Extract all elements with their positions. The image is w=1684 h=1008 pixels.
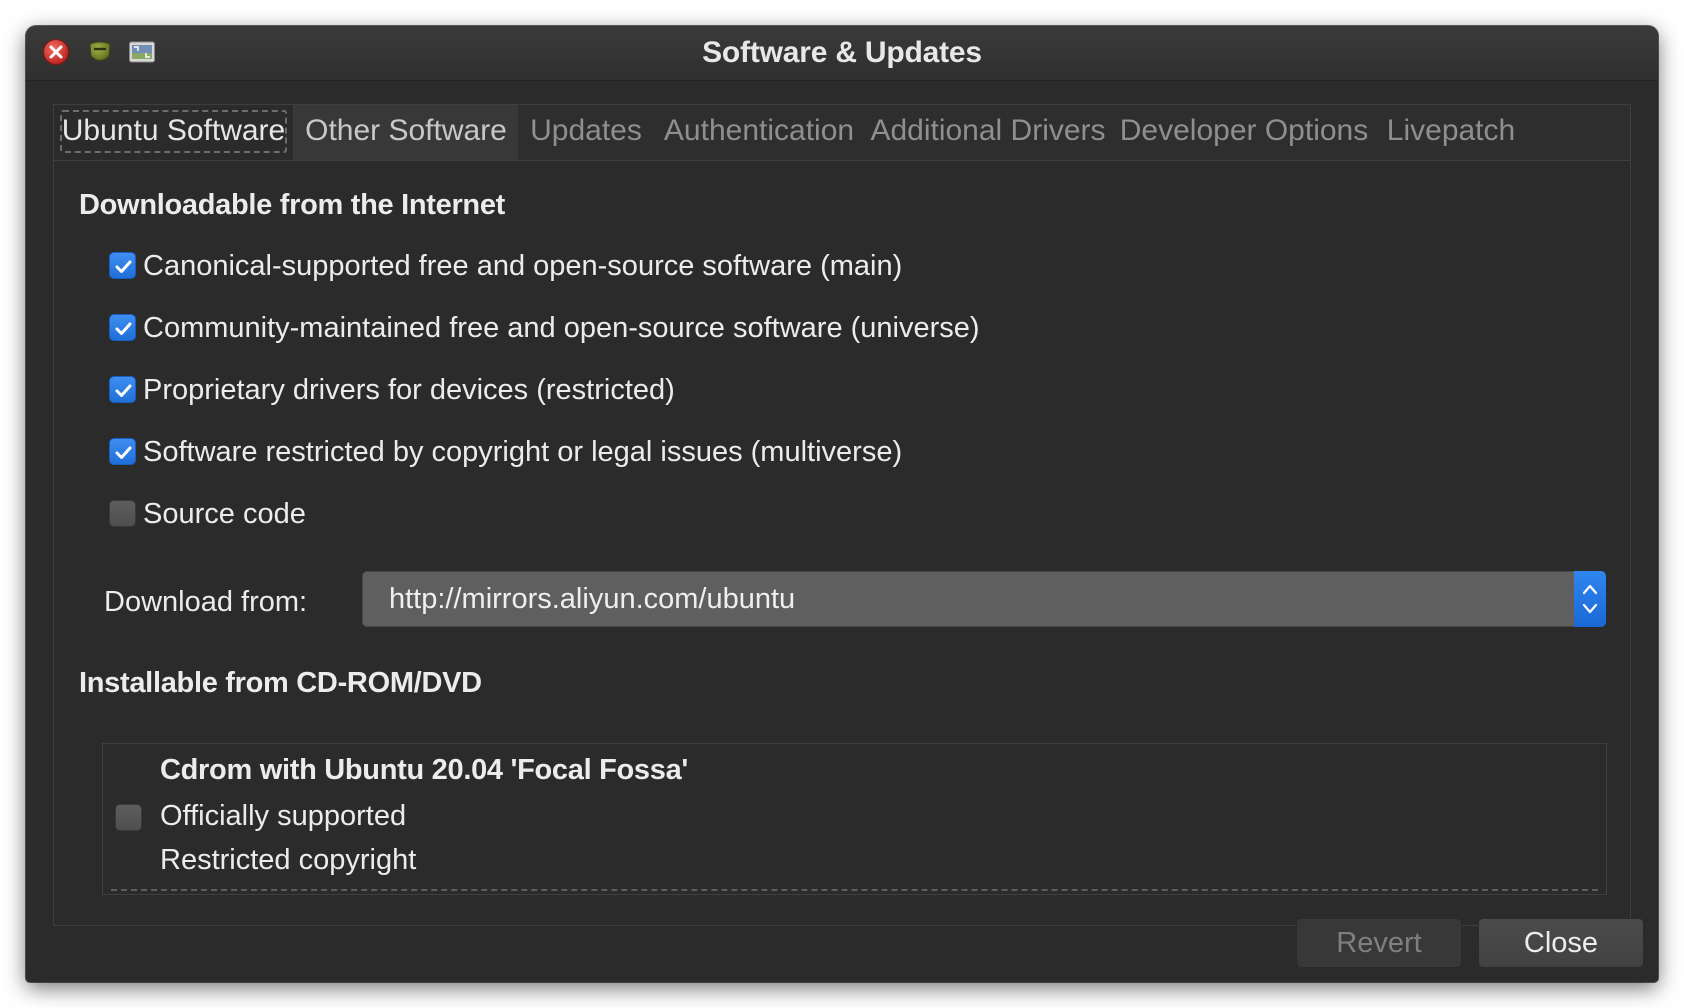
- cdrom-list: Cdrom with Ubuntu 20.04 'Focal Fossa' Of…: [102, 743, 1607, 895]
- tab-label: Other Software: [305, 114, 507, 147]
- tab-label: Updates: [530, 114, 642, 147]
- option-label: Proprietary drivers for devices (restric…: [143, 374, 675, 406]
- title-bar[interactable]: Software & Updates: [26, 26, 1658, 81]
- option-label: Community-maintained free and open-sourc…: [143, 312, 980, 344]
- tab-updates[interactable]: Updates: [518, 105, 654, 161]
- tab-label: Livepatch: [1386, 114, 1516, 147]
- option-label: Canonical-supported free and open-source…: [143, 250, 903, 282]
- checkbox-restricted[interactable]: [109, 376, 136, 403]
- checkbox-universe[interactable]: [109, 314, 136, 341]
- checkbox-multiverse[interactable]: [109, 438, 136, 465]
- window-title: Software & Updates: [702, 36, 982, 69]
- software-updates-window: Software & Updates Ubuntu Software Other…: [26, 26, 1658, 982]
- close-button[interactable]: Close: [1478, 918, 1644, 968]
- checkmark-icon: [115, 322, 132, 335]
- download-server-value: http://mirrors.aliyun.com/ubuntu: [389, 583, 796, 615]
- checkbox-main[interactable]: [109, 252, 136, 279]
- checkmark-icon: [115, 384, 132, 397]
- maximize-icon[interactable]: [128, 38, 156, 66]
- tab-label: Ubuntu Software: [61, 114, 286, 147]
- option-label: Source code: [143, 498, 306, 530]
- checkmark-icon: [115, 260, 132, 273]
- tab-authentication[interactable]: Authentication: [654, 105, 864, 161]
- up-down-chevron-icon[interactable]: [1574, 571, 1606, 627]
- tab-livepatch[interactable]: Livepatch: [1376, 105, 1526, 161]
- cdrom-entry-line: Officially supported: [160, 800, 407, 832]
- download-from-label: Download from:: [104, 586, 308, 618]
- tab-bar: Ubuntu Software Other Software Updates A…: [53, 104, 1631, 162]
- cdrom-entry-line: Restricted copyright: [160, 844, 417, 876]
- cdrom-heading: Installable from CD-ROM/DVD: [79, 667, 482, 699]
- download-server-combo[interactable]: http://mirrors.aliyun.com/ubuntu: [362, 571, 1606, 627]
- checkbox-source-code[interactable]: [109, 500, 136, 527]
- checkmark-icon: [115, 446, 132, 459]
- tab-ubuntu-software[interactable]: Ubuntu Software: [54, 105, 294, 161]
- tab-label: Authentication: [663, 114, 855, 147]
- focus-dash-line: [111, 889, 1598, 891]
- cdrom-entry-title: Cdrom with Ubuntu 20.04 'Focal Fossa': [160, 754, 688, 786]
- tab-notebook: Ubuntu Software Other Software Updates A…: [53, 104, 1631, 926]
- cdrom-checkbox[interactable]: [115, 804, 142, 831]
- option-label: Software restricted by copyright or lega…: [143, 436, 903, 468]
- tab-additional-drivers[interactable]: Additional Drivers: [864, 105, 1112, 161]
- revert-button[interactable]: Revert: [1296, 918, 1462, 968]
- tab-label: Developer Options: [1119, 114, 1369, 147]
- tab-other-software[interactable]: Other Software: [294, 105, 518, 161]
- close-icon[interactable]: [42, 38, 70, 66]
- internet-heading: Downloadable from the Internet: [79, 189, 506, 221]
- tab-label: Additional Drivers: [870, 114, 1106, 147]
- minimize-icon[interactable]: [86, 38, 114, 66]
- ubuntu-software-page: Downloadable from the Internet Canonical…: [53, 160, 1631, 926]
- tab-developer-options[interactable]: Developer Options: [1112, 105, 1376, 161]
